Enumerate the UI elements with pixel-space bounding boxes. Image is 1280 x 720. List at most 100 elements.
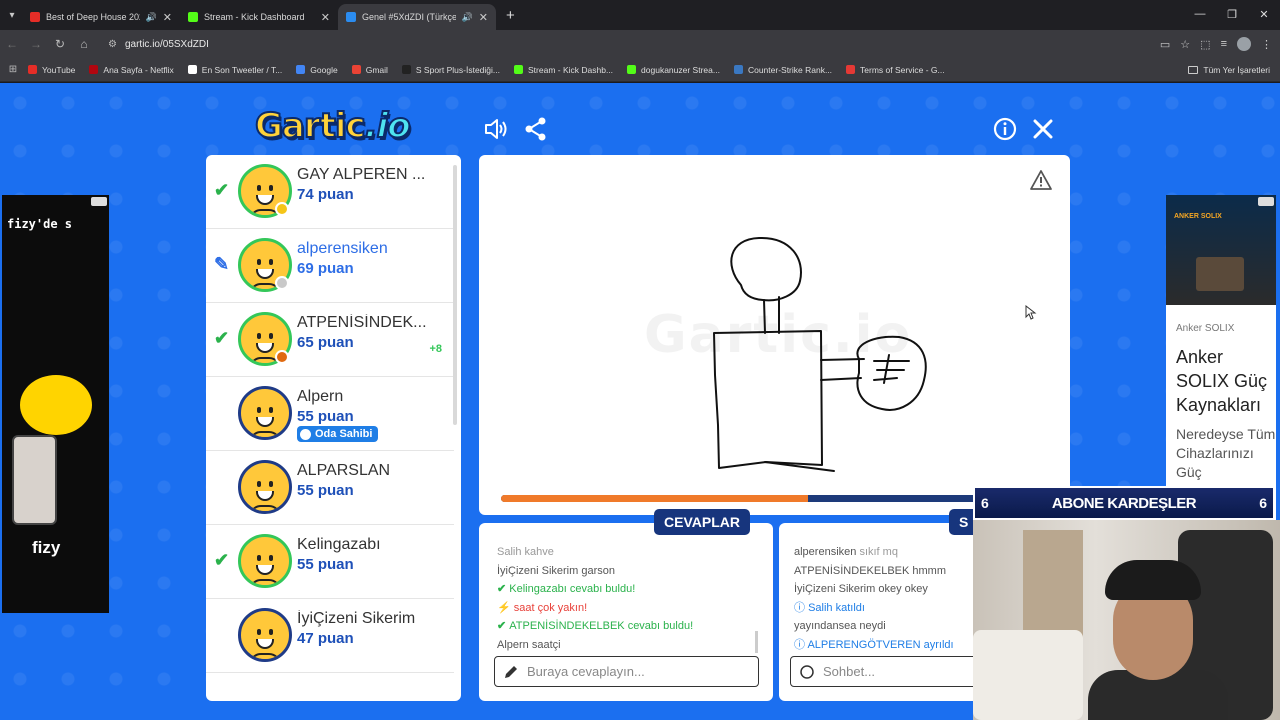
- player-row: ✔ Kelingazabı 55 puan: [206, 525, 454, 599]
- answers-scrollbar[interactable]: [755, 631, 758, 653]
- player-row: ALPARSLAN 55 puan: [206, 451, 454, 525]
- profile-avatar[interactable]: [1237, 37, 1251, 51]
- answer-input[interactable]: Buraya cevaplayın...: [494, 656, 759, 687]
- player-score: 47 puan: [297, 630, 354, 647]
- bookmark-item[interactable]: S Sport Plus-İstediği...: [401, 64, 500, 75]
- message-text: katıldı: [835, 601, 865, 614]
- report-warning-icon[interactable]: [1029, 169, 1053, 191]
- tab-audio-icon[interactable]: 🔊: [146, 12, 157, 23]
- bookmark-label: dogukanuzer Strea...: [641, 64, 720, 75]
- sound-icon[interactable]: [483, 116, 509, 142]
- players-scrollbar[interactable]: [453, 165, 457, 425]
- player-status-dot: [275, 202, 289, 216]
- banner-title: ABONE KARDEŞLER: [1051, 494, 1197, 512]
- url-bar[interactable]: ⚙ gartic.io/05SXdZDI: [102, 33, 1102, 55]
- home-icon[interactable]: ⌂: [72, 37, 96, 51]
- message-text: cevabı buldu!: [627, 620, 694, 632]
- bookmark-label: Terms of Service - G...: [860, 64, 945, 75]
- message-text: Salih kahve: [497, 546, 554, 558]
- bookmark-item[interactable]: Terms of Service - G...: [846, 65, 945, 75]
- new-tab-button[interactable]: +: [506, 7, 515, 24]
- tab-close-icon[interactable]: ✕: [321, 11, 330, 24]
- player-row: ✔ GAY ALPEREN ... 74 puan: [206, 155, 454, 229]
- player-avatar: [238, 386, 292, 440]
- back-icon[interactable]: ←: [0, 37, 24, 51]
- extensions-icon[interactable]: ⬚: [1200, 38, 1210, 51]
- bookmark-item[interactable]: Counter-Strike Rank...: [733, 65, 832, 75]
- bookmark-favicon-icon: [187, 65, 197, 74]
- apps-grid-icon[interactable]: ⊞: [2, 64, 24, 75]
- answers-message: Salih kahve: [497, 543, 762, 562]
- player-row: İyiÇizeni Sikerim 47 puan: [206, 599, 454, 673]
- correct-check-icon: ✔: [497, 583, 510, 595]
- left-ad[interactable]: fizy'de s fizy: [2, 195, 109, 613]
- anker-product-graphic: [1196, 257, 1244, 291]
- bookmark-item[interactable]: Google: [296, 64, 338, 75]
- bookmark-star-icon[interactable]: ☆: [1180, 38, 1190, 51]
- message-text: cevabı buldu!: [569, 583, 636, 595]
- more-menu-icon[interactable]: ⋮: [1261, 38, 1272, 51]
- player-name: GAY ALPEREN ...: [297, 166, 426, 183]
- message-author: ATPENİSİNDEKELBEK: [794, 564, 910, 577]
- window-controls: — ❐ ✕: [1184, 0, 1280, 30]
- bookmark-item[interactable]: dogukanuzer Strea...: [627, 65, 720, 75]
- bookmark-favicon-icon: [627, 65, 637, 74]
- mouse-cursor-icon: [1025, 305, 1037, 320]
- message-text: okey okey: [878, 583, 928, 595]
- answers-message: İyiÇizeni Sikerim garson: [497, 562, 762, 581]
- cast-icon[interactable]: ▭: [1160, 38, 1170, 51]
- answers-tab[interactable]: CEVAPLAR: [654, 509, 750, 535]
- chat-input-placeholder: Sohbet...: [823, 664, 876, 679]
- ad-choices-icon[interactable]: [1258, 197, 1274, 206]
- browser-tab[interactable]: Genel #5XdZDI (Türkçe) - G... 🔊 ✕: [338, 4, 496, 30]
- tab-audio-icon[interactable]: 🔊: [462, 12, 473, 23]
- tab-close-icon[interactable]: ✕: [163, 11, 172, 24]
- bookmark-favicon-icon: [733, 65, 743, 74]
- reload-icon[interactable]: ↻: [48, 37, 72, 51]
- site-info-icon[interactable]: ⚙: [108, 39, 117, 50]
- restore-icon[interactable]: ❐: [1216, 0, 1248, 28]
- player-name: Alpern: [297, 388, 344, 405]
- all-bookmarks[interactable]: Tüm Yer İşaretleri: [1188, 58, 1270, 82]
- bookmark-label: S Sport Plus-İstediği...: [415, 64, 500, 75]
- share-icon[interactable]: [523, 116, 549, 142]
- message-text: çok yakın!: [537, 601, 588, 614]
- answers-list: Salih kahve İyiÇizeni Sikerim garson ✔ Kel…: [497, 543, 762, 654]
- player-status-dot: [275, 276, 289, 290]
- bookmark-label: Gmail: [365, 64, 388, 75]
- info-circle-icon: ⓘ: [794, 601, 809, 614]
- bookmark-item[interactable]: En Son Tweetler / T...: [187, 64, 283, 75]
- player-score: 69 puan: [297, 260, 354, 277]
- bookmark-item[interactable]: Stream - Kick Dashb...: [514, 65, 613, 75]
- info-icon[interactable]: [992, 116, 1018, 142]
- bookmark-label: Stream - Kick Dashb...: [528, 64, 614, 75]
- drawing-canvas[interactable]: Gartic.io: [479, 155, 1070, 515]
- message-author: ATPENİSİNDEKELBEK: [509, 620, 625, 632]
- pencil-icon: [505, 665, 517, 678]
- right-ad[interactable]: ANKER SOLIX Anker SOLIX Anker SOLIX Güç …: [1166, 195, 1276, 535]
- bookmark-item[interactable]: YouTube: [28, 65, 75, 75]
- bookmark-label: En Son Tweetler / T...: [201, 64, 283, 75]
- close-window-icon[interactable]: ✕: [1248, 0, 1280, 28]
- browser-tab[interactable]: Stream - Kick Dashboard ✕: [180, 4, 338, 30]
- drawing-strokes: [713, 236, 927, 472]
- tab-search-chevron-icon[interactable]: ▾: [2, 5, 22, 25]
- players-panel: ✔ GAY ALPEREN ... 74 puan ✎ alperensiken 69 p…: [206, 155, 461, 701]
- bookmark-item[interactable]: Gmail: [351, 64, 388, 75]
- bookmark-label: Google: [310, 64, 338, 75]
- forward-icon[interactable]: →: [24, 37, 48, 51]
- bookmark-item[interactable]: Ana Sayfa - Netflix: [89, 64, 174, 75]
- round-timer-fill: [501, 495, 808, 502]
- folder-icon: [1188, 66, 1199, 74]
- browser-tab[interactable]: Best of Deep House 2025 | ... 🔊 ✕: [22, 4, 180, 30]
- bookmark-label: Ana Sayfa - Netflix: [103, 64, 174, 75]
- minimize-icon[interactable]: —: [1184, 0, 1216, 28]
- message-text: garson: [581, 564, 615, 577]
- tab-close-icon[interactable]: ✕: [479, 11, 488, 24]
- ad-choices-icon[interactable]: [91, 197, 107, 206]
- banner-right-number: 6: [1259, 495, 1267, 511]
- right-ad-source: Anker SOLIX: [1176, 323, 1235, 334]
- media-icon[interactable]: ≡: [1221, 38, 1227, 50]
- close-game-icon[interactable]: [1030, 116, 1056, 142]
- left-ad-blob-graphic: [20, 375, 92, 435]
